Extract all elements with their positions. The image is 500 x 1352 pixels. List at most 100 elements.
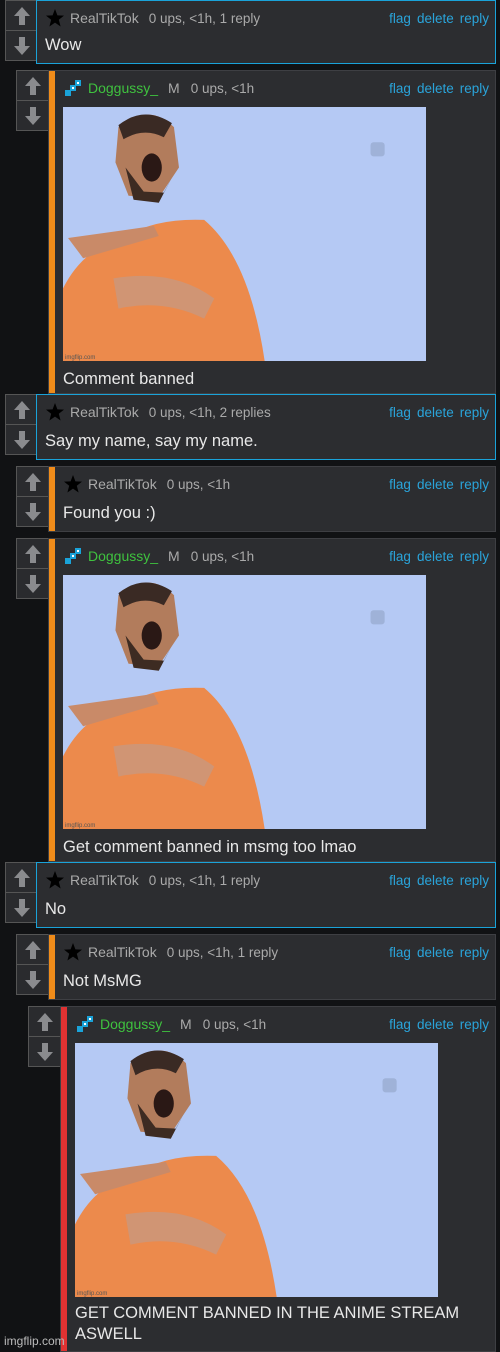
gender-label: M (180, 1016, 192, 1032)
reply-link[interactable]: reply (460, 873, 489, 888)
star-icon (45, 8, 65, 28)
flag-link[interactable]: flag (389, 873, 411, 888)
pixel-avatar-icon (63, 78, 83, 98)
comment-text: Get comment banned in msmg too lmao (63, 838, 357, 856)
reply-link[interactable]: reply (460, 81, 489, 96)
flag-link[interactable]: flag (389, 1017, 411, 1032)
flag-link[interactable]: flag (389, 11, 411, 26)
vote-controls (5, 394, 39, 455)
username[interactable]: RealTikTok (88, 476, 157, 492)
delete-link[interactable]: delete (417, 1017, 454, 1032)
username[interactable]: RealTikTok (70, 872, 139, 888)
pixel-avatar-icon (75, 1014, 95, 1034)
meme-image[interactable]: imgflip.com (75, 1043, 438, 1297)
comment-meta: RealTikTok 0 ups, <1h, 2 replies flag delet… (45, 401, 489, 423)
comment-card: RealTikTok 0 ups, <1h flag delete reply Found… (48, 466, 496, 532)
downvote-arrow-icon[interactable] (17, 101, 49, 130)
downvote-arrow-icon[interactable] (6, 31, 38, 60)
comment-text: Say my name, say my name. (45, 432, 258, 450)
upvote-arrow-icon[interactable] (17, 467, 49, 497)
username[interactable]: Doggussy_ (88, 548, 158, 564)
comment: Doggussy_ M 0 ups, <1h flag delete reply imgfl… (0, 538, 500, 862)
vote-controls (16, 70, 50, 131)
username[interactable]: RealTikTok (88, 944, 157, 960)
username[interactable]: RealTikTok (70, 404, 139, 420)
reply-link[interactable]: reply (460, 405, 489, 420)
username[interactable]: Doggussy_ (88, 80, 158, 96)
upvote-arrow-icon[interactable] (6, 395, 38, 425)
upvote-arrow-icon[interactable] (29, 1007, 61, 1037)
comment-info: 0 ups, <1h, 1 reply (166, 944, 279, 960)
comment-text: No (45, 900, 67, 918)
comment: RealTikTok 0 ups, <1h flag delete reply Found… (0, 466, 500, 532)
downvote-arrow-icon[interactable] (17, 569, 49, 598)
delete-link[interactable]: delete (417, 477, 454, 492)
vote-controls (5, 862, 39, 923)
flag-link[interactable]: flag (389, 549, 411, 564)
flag-link[interactable]: flag (389, 405, 411, 420)
downvote-arrow-icon[interactable] (17, 965, 49, 994)
image-watermark: imgflip.com (77, 1291, 108, 1297)
comment-card: RealTikTok 0 ups, <1h, 1 reply flag delete r… (36, 0, 496, 64)
downvote-arrow-icon[interactable] (6, 893, 38, 922)
reply-link[interactable]: reply (460, 549, 489, 564)
reply-link[interactable]: reply (460, 11, 489, 26)
meme-image[interactable]: imgflip.com (63, 575, 426, 829)
image-watermark: imgflip.com (65, 355, 96, 361)
footer-watermark: imgflip.com (4, 1334, 65, 1348)
upvote-arrow-icon[interactable] (6, 863, 38, 893)
delete-link[interactable]: delete (417, 873, 454, 888)
comment-card: RealTikTok 0 ups, <1h, 1 reply flag delete r… (48, 934, 496, 1000)
username[interactable]: RealTikTok (70, 10, 139, 26)
star-icon (45, 870, 65, 890)
reply-link[interactable]: reply (460, 1017, 489, 1032)
comment-text: Comment banned (63, 370, 195, 388)
comment-meta: Doggussy_ M 0 ups, <1h flag delete reply (75, 1013, 489, 1035)
flag-link[interactable]: flag (389, 477, 411, 492)
delete-link[interactable]: delete (417, 945, 454, 960)
delete-link[interactable]: delete (417, 11, 454, 26)
flag-link[interactable]: flag (389, 81, 411, 96)
comment-meta: RealTikTok 0 ups, <1h, 1 reply flag delete r… (63, 941, 489, 963)
upvote-arrow-icon[interactable] (17, 935, 49, 965)
comment: Doggussy_ M 0 ups, <1h flag delete reply imgfl… (0, 1006, 500, 1352)
comment-info: 0 ups, <1h (190, 548, 255, 564)
downvote-arrow-icon[interactable] (17, 497, 49, 526)
meme-image[interactable]: imgflip.com (63, 107, 426, 361)
comment-info: 0 ups, <1h, 1 reply (148, 10, 261, 26)
comment: RealTikTok 0 ups, <1h, 1 reply flag delete r… (0, 934, 500, 1000)
reply-link[interactable]: reply (460, 477, 489, 492)
gender-label: M (168, 80, 180, 96)
upvote-arrow-icon[interactable] (17, 71, 49, 101)
comment-meta: Doggussy_ M 0 ups, <1h flag delete reply (63, 77, 489, 99)
comment-card: RealTikTok 0 ups, <1h, 1 reply flag delete r… (36, 862, 496, 928)
comment: RealTikTok 0 ups, <1h, 1 reply flag delete r… (0, 0, 500, 64)
comment: RealTikTok 0 ups, <1h, 1 reply flag delete r… (0, 862, 500, 928)
comment-text: GET COMMENT BANNED IN THE ANIME STREAM A… (75, 1304, 460, 1343)
downvote-arrow-icon[interactable] (6, 425, 38, 454)
delete-link[interactable]: delete (417, 405, 454, 420)
thread-depth-bar (61, 1007, 67, 1351)
thread-depth-bar (49, 539, 55, 861)
comment-card: RealTikTok 0 ups, <1h, 2 replies flag delet… (36, 394, 496, 460)
comment-info: 0 ups, <1h, 2 replies (148, 404, 271, 420)
thread-depth-bar (49, 467, 55, 531)
reply-link[interactable]: reply (460, 945, 489, 960)
flag-link[interactable]: flag (389, 945, 411, 960)
gender-label: M (168, 548, 180, 564)
vote-controls (16, 934, 50, 995)
star-icon (63, 942, 83, 962)
comment-text: Found you :) (63, 504, 156, 522)
comment-info: 0 ups, <1h (202, 1016, 267, 1032)
downvote-arrow-icon[interactable] (29, 1037, 61, 1066)
delete-link[interactable]: delete (417, 81, 454, 96)
delete-link[interactable]: delete (417, 549, 454, 564)
username[interactable]: Doggussy_ (100, 1016, 170, 1032)
thread-depth-bar (49, 71, 55, 393)
upvote-arrow-icon[interactable] (17, 539, 49, 569)
comment-info: 0 ups, <1h (190, 80, 255, 96)
pixel-avatar-icon (63, 546, 83, 566)
vote-controls (16, 538, 50, 599)
vote-controls (28, 1006, 62, 1067)
upvote-arrow-icon[interactable] (6, 1, 38, 31)
